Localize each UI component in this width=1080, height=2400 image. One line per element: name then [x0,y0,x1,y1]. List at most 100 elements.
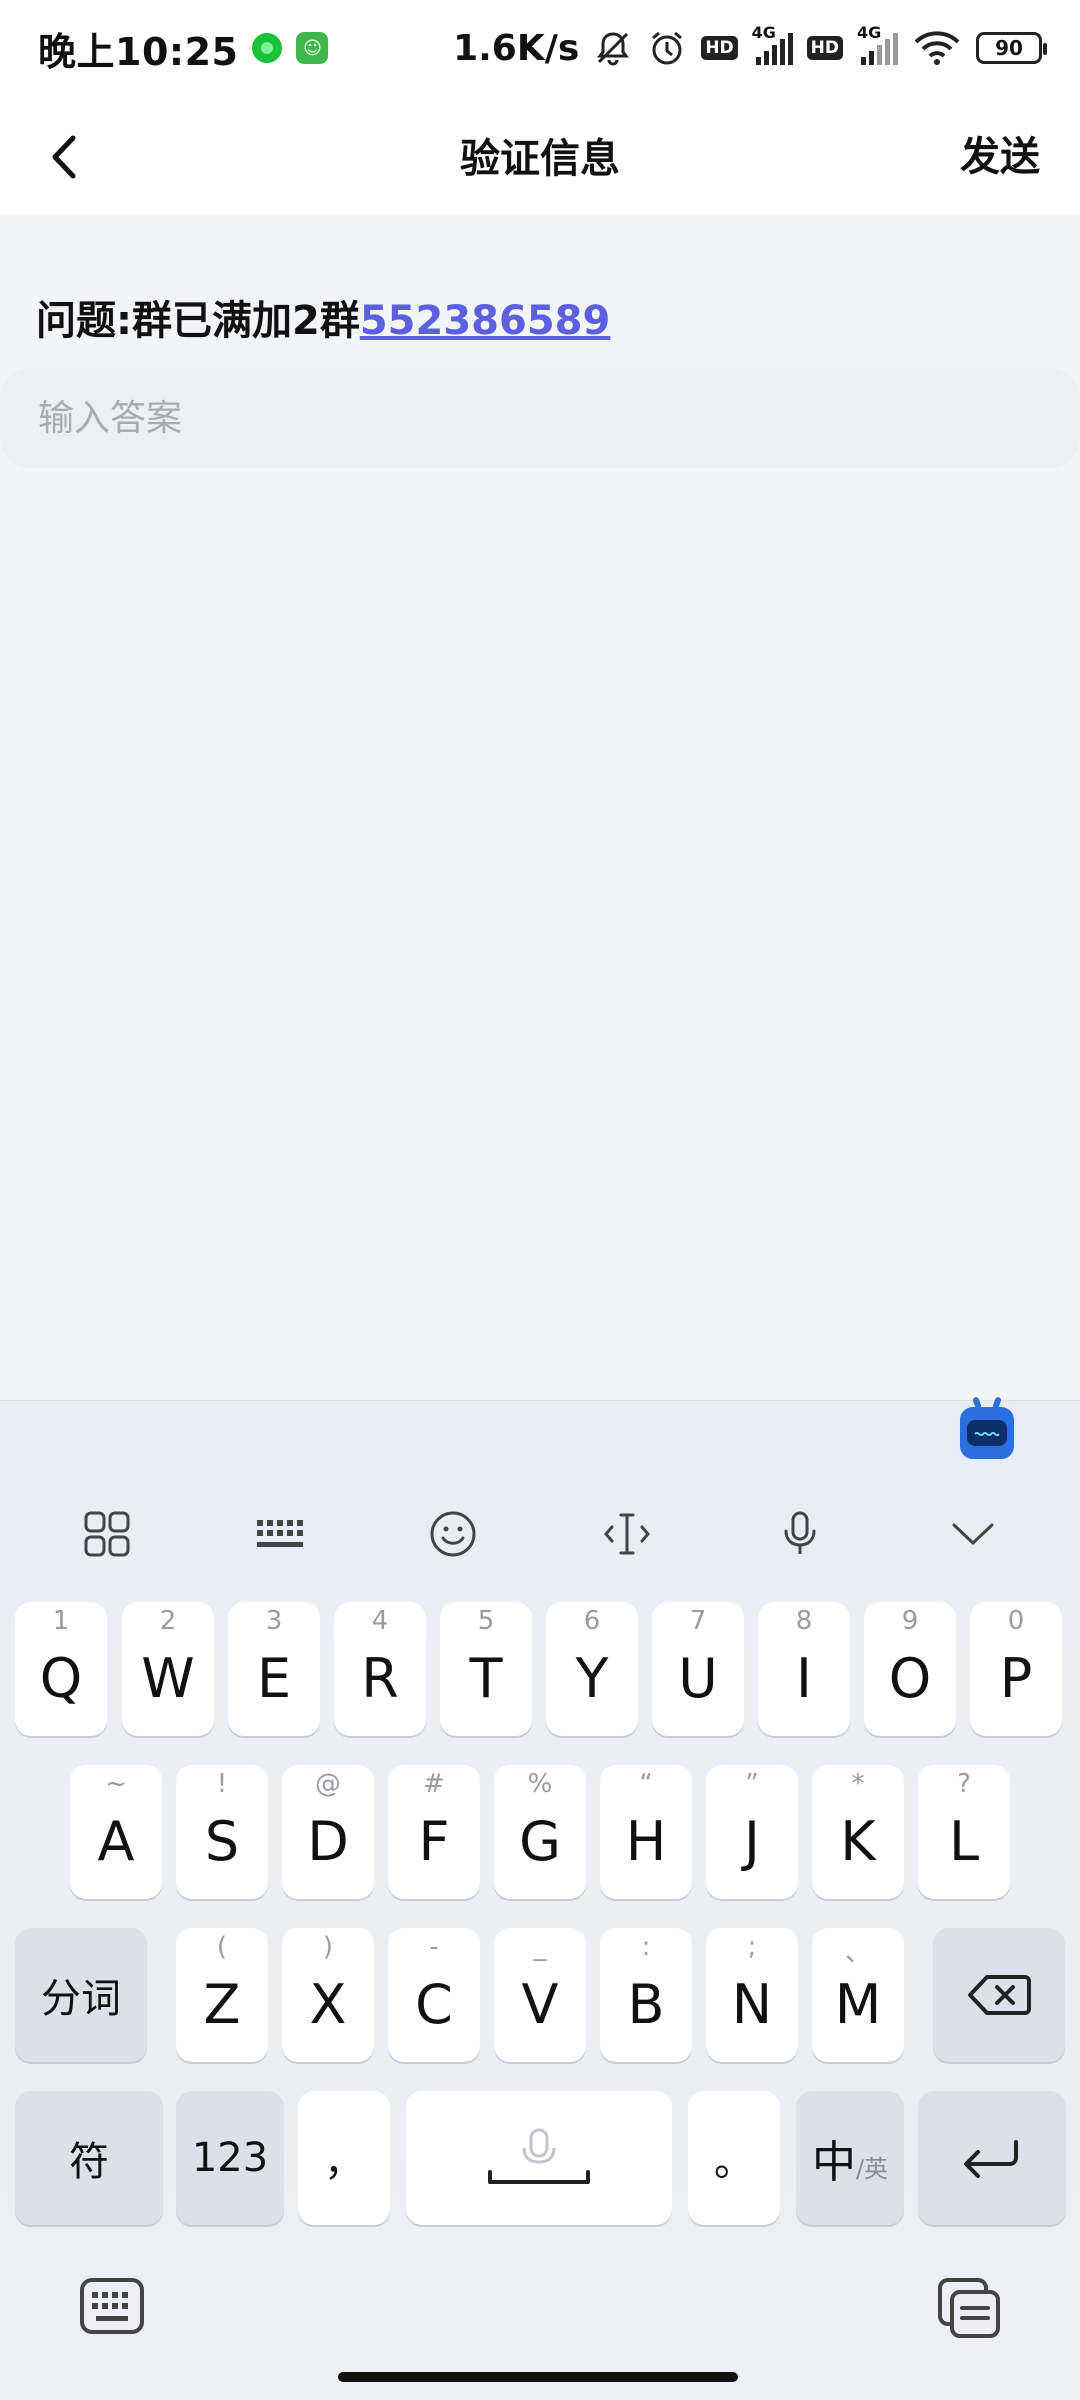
enter-button[interactable] [918,2091,1066,2225]
keyboard-toolbar [0,1490,1080,1578]
key-l[interactable]: ? L [918,1765,1010,1899]
question-prefix: 问题:群已满加2群 [36,298,360,344]
key-u[interactable]: 7U [652,1602,744,1736]
network-type-2: 4G [857,23,882,42]
key-s[interactable]: ! S [176,1765,268,1899]
back-button[interactable] [30,122,100,192]
key-e[interactable]: 3E [228,1602,320,1736]
key-f[interactable]: # F [388,1765,480,1899]
key-i[interactable]: 8I [758,1602,850,1736]
key-n[interactable]: ; N [706,1928,798,2062]
key-q[interactable]: 1Q [15,1602,107,1736]
backspace-button[interactable] [933,1928,1065,2062]
symbols-label: 符 [69,2139,109,2185]
hide-keyboard-button[interactable] [933,1494,1013,1574]
key-hint: ? [957,1769,971,1799]
smiley-icon [430,1511,476,1557]
key-v[interactable]: _ V [494,1928,586,2062]
key-hint: 7 [689,1606,707,1636]
send-button[interactable]: 发送 [960,124,1040,182]
app-notification-icon: ☺ [296,32,329,64]
key-label: D [307,1809,349,1873]
comma-key[interactable]: ， [298,2091,390,2225]
chevron-down-icon [952,1523,994,1545]
key-label: K [840,1809,876,1873]
key-z[interactable]: (Z [176,1928,268,2062]
emoji-button[interactable] [413,1494,493,1574]
question-text: 问题:群已满加2群552386589 [36,288,610,346]
key-label: G [519,1809,561,1873]
switch-keyboard-button[interactable] [78,2276,146,2340]
keyboard-switch-icon [80,2278,144,2334]
key-label: F [418,1809,450,1873]
answer-input[interactable] [36,396,936,440]
home-indicator[interactable] [338,2372,738,2382]
keyboard-icon [256,1520,303,1547]
key-label: W [141,1646,195,1710]
key-x[interactable]: ) X [282,1928,374,2062]
keyboard-layout-button[interactable] [240,1494,320,1574]
key-hint: ~ [105,1769,127,1799]
key-label: E [256,1646,292,1710]
net-speed: 1.6K/s [453,27,580,69]
key-a[interactable]: ~ A [70,1765,162,1899]
key-c[interactable]: -C [388,1928,480,2062]
key-hint: 8 [795,1606,813,1636]
period-key[interactable]: 。 [688,2091,780,2225]
key-d[interactable]: @ D [282,1765,374,1899]
numbers-button[interactable]: 123 [176,2091,284,2225]
group-number-link[interactable]: 552386589 [360,298,611,344]
key-j[interactable]: ” J [706,1765,798,1899]
hd-badge-2: HD [806,36,843,60]
key-m[interactable]: 、 M [812,1928,904,2062]
clipboard-button[interactable] [936,2276,1002,2344]
ai-assistant-icon[interactable] [957,1404,1017,1462]
key-hint: - [429,1932,439,1962]
mute-bell-icon [597,32,630,66]
key-p[interactable]: 0P [970,1602,1062,1736]
language-label: 中/英 [812,2126,888,2190]
apps-grid-button[interactable] [67,1494,147,1574]
key-label: I [796,1646,812,1710]
key-t[interactable]: 5T [440,1602,532,1736]
space-key[interactable] [406,2091,672,2225]
key-label: Y [575,1646,609,1710]
key-g[interactable]: % G [494,1765,586,1899]
key-hint: ; [747,1932,757,1962]
page-title: 验证信息 [460,136,620,182]
key-hint: 2 [159,1606,177,1636]
key-b[interactable]: :B [600,1928,692,2062]
period-label: 。 [714,2139,754,2185]
key-label: V [521,1972,559,2036]
key-label: M [834,1972,882,2036]
key-o[interactable]: 9O [864,1602,956,1736]
segment-button[interactable]: 分词 [15,1928,147,2062]
battery-level: 90 [995,36,1023,60]
hd-badge: HD [701,36,738,60]
signal-icon-2: 4G [857,23,898,65]
title-bar: 验证信息 发送 [0,96,1080,214]
key-hint: : [641,1932,651,1962]
answer-box[interactable] [0,368,1080,468]
key-hint: 4 [371,1606,389,1636]
clipboard-icon [938,2278,1000,2338]
network-type: 4G [751,23,776,42]
cursor-button[interactable] [587,1494,667,1574]
segment-label: 分词 [41,1976,121,2022]
voice-input-button[interactable] [760,1494,840,1574]
enter-icon [964,2140,1018,2178]
key-r[interactable]: 4R [334,1602,426,1736]
key-y[interactable]: 6Y [546,1602,638,1736]
symbols-button[interactable]: 符 [15,2091,163,2225]
key-k[interactable]: * K [812,1765,904,1899]
microphone-icon [784,1511,816,1554]
language-toggle-button[interactable]: 中/英 [796,2091,904,2225]
key-label: U [678,1646,718,1710]
bot-face [967,1420,1007,1446]
key-hint: 、 [844,1938,871,1968]
key-h[interactable]: “H [600,1765,692,1899]
key-label: Z [203,1972,241,2036]
key-label: A [97,1809,135,1873]
key-w[interactable]: 2W [122,1602,214,1736]
key-hint: ( [216,1932,228,1962]
